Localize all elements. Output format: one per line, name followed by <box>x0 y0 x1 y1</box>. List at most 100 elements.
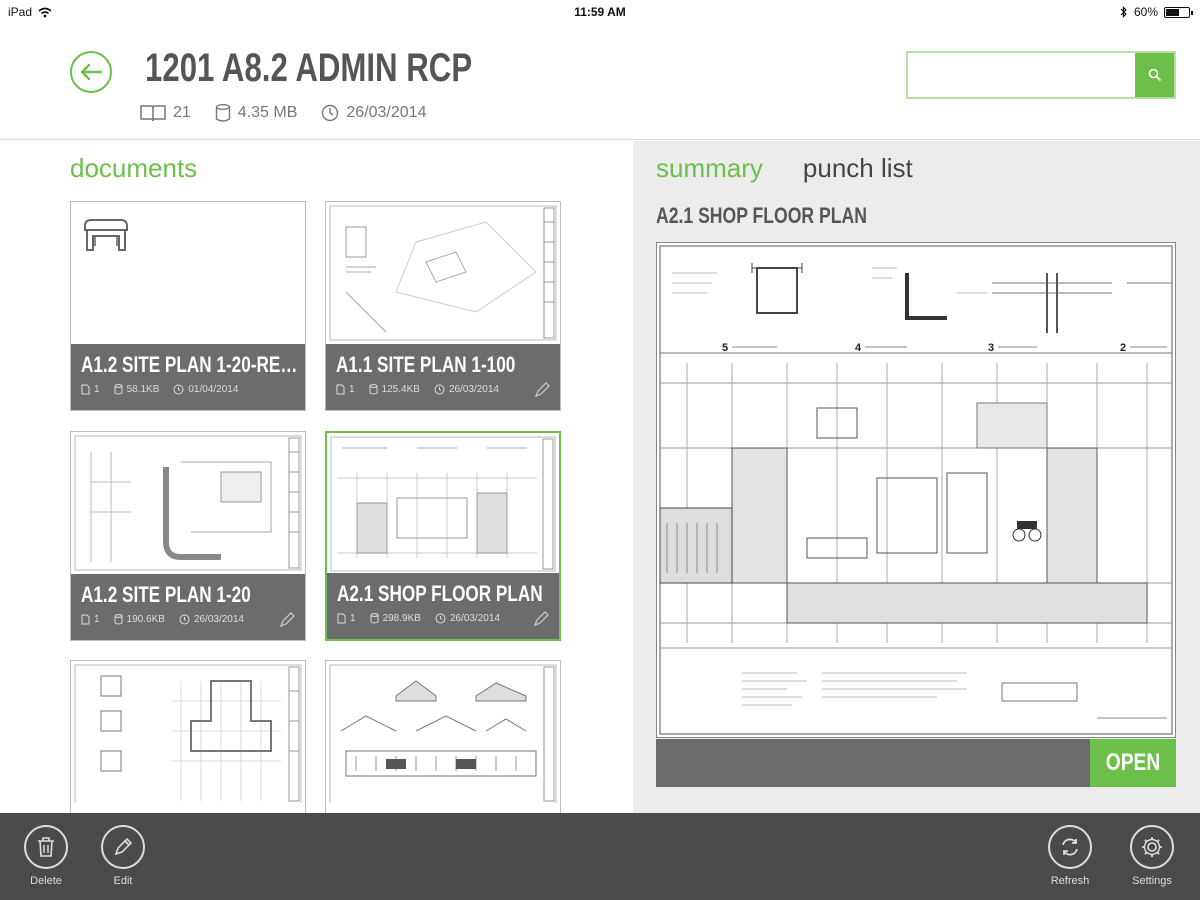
document-pages: 1 <box>350 613 356 624</box>
pencil-icon[interactable] <box>534 382 550 398</box>
documents-panel: documents A1.2 SITE PLAN 1-20-REN... 1 5… <box>0 141 633 813</box>
drawing-thumbnail-icon <box>329 205 557 341</box>
database-icon <box>369 384 378 395</box>
document-thumbnail <box>71 202 305 344</box>
drawing-thumbnail-icon <box>330 436 556 572</box>
refresh-button[interactable]: Refresh <box>1040 825 1100 887</box>
document-name: A2.1 SHOP FLOOR PLAN <box>337 581 543 606</box>
meta-date-value: 26/03/2014 <box>346 104 427 121</box>
drawing-thumbnail-icon <box>74 664 302 806</box>
document-name: A1.2 SITE PLAN 1-20 <box>81 582 251 607</box>
page-icon <box>81 614 90 625</box>
document-pages: 1 <box>94 384 100 395</box>
drawing-thumbnail-icon <box>329 664 557 806</box>
clock-icon <box>179 614 190 625</box>
meta-size: 4.35 MB <box>215 104 298 122</box>
delete-button[interactable]: Delete <box>16 825 76 887</box>
document-pages: 1 <box>94 614 100 625</box>
document-date: 26/03/2014 <box>193 614 244 625</box>
document-meta: 1 58.1KB 01/04/2014 <box>81 384 238 395</box>
back-button[interactable] <box>70 51 112 93</box>
pencil-icon[interactable] <box>279 612 295 628</box>
detail-number-2: 2 <box>1120 342 1126 354</box>
document-preview[interactable]: 5 4 3 2 <box>656 242 1176 738</box>
detail-number-4: 4 <box>855 342 862 354</box>
status-bar: iPad 11:59 AM 60% <box>0 0 1200 26</box>
document-name: A1.2 SITE PLAN 1-20-REN... <box>81 352 300 377</box>
document-footer: A1.2 SITE PLAN 1-20 1 190.6KB 26/03/2014 <box>71 574 305 640</box>
floor-plan-drawing: 5 4 3 2 <box>659 245 1173 735</box>
document-thumbnail <box>71 661 305 806</box>
document-meta: 1 298.9KB 26/03/2014 <box>337 613 500 624</box>
search-input[interactable] <box>908 53 1135 97</box>
page-title: 1201 A8.2 ADMIN RCP <box>145 46 473 90</box>
document-size: 58.1KB <box>126 384 160 395</box>
document-date: 01/04/2014 <box>188 384 239 395</box>
status-time: 11:59 AM <box>574 5 626 19</box>
header: 1201 A8.2 ADMIN RCP 21 4.35 MB 26/03/201… <box>0 26 1200 140</box>
document-thumbnail <box>326 661 560 806</box>
battery-fill <box>1166 8 1179 16</box>
database-icon <box>215 104 230 122</box>
folder-placeholder-icon <box>84 219 128 251</box>
tab-summary[interactable]: summary <box>656 153 763 184</box>
document-pages: 1 <box>349 384 355 395</box>
document-size: 190.6KB <box>126 614 165 625</box>
battery-percent: 60% <box>1133 5 1158 19</box>
preview-action-bar: OPEN <box>656 739 1176 787</box>
open-button-label: OPEN <box>1105 749 1161 776</box>
document-meta: 21 4.35 MB 26/03/2014 <box>140 104 426 122</box>
document-footer: A1.1 SITE PLAN 1-100 1 125.4KB 26/03/201… <box>326 344 560 410</box>
trash-icon <box>38 837 54 857</box>
tab-punch-list[interactable]: punch list <box>803 153 913 184</box>
refresh-circle <box>1048 825 1092 869</box>
document-card[interactable]: A1.2 SITE PLAN 1-20 1 190.6KB 26/03/2014 <box>70 431 306 641</box>
book-icon <box>140 105 166 122</box>
document-meta: 1 125.4KB 26/03/2014 <box>336 384 499 395</box>
search-box <box>906 51 1176 99</box>
document-date: 26/03/2014 <box>448 384 499 395</box>
document-footer: A2.1 SHOP FLOOR PLAN 1 298.9KB 26/03/201… <box>327 573 559 639</box>
document-card[interactable]: A1.2 SITE PLAN 1-20-REN... 1 58.1KB 01/0… <box>70 201 306 411</box>
document-card-selected[interactable]: A2.1 SHOP FLOOR PLAN 1 298.9KB 26/03/201… <box>325 431 561 641</box>
database-icon <box>370 613 379 624</box>
detail-number-5: 5 <box>722 342 728 354</box>
edit-label: Edit <box>113 875 133 887</box>
meta-pages-value: 21 <box>173 104 191 121</box>
document-thumbnail <box>327 433 559 575</box>
arrow-left-icon <box>80 63 103 81</box>
battery-icon <box>1164 6 1193 18</box>
document-card[interactable]: A1.1 SITE PLAN 1-100 1 125.4KB 26/03/201… <box>325 201 561 411</box>
bottom-toolbar: Delete Edit Refresh Settings <box>0 813 1200 900</box>
clock-icon <box>322 104 339 122</box>
edit-button[interactable]: Edit <box>93 825 153 887</box>
pencil-icon[interactable] <box>533 611 549 627</box>
summary-panel: summary punch list A2.1 SHOP FLOOR PLAN … <box>633 141 1200 813</box>
delete-circle <box>24 825 68 869</box>
panel-tabs: summary punch list <box>656 153 913 184</box>
settings-circle <box>1130 825 1174 869</box>
meta-size-value: 4.35 MB <box>237 104 298 121</box>
document-date: 26/03/2014 <box>449 613 500 624</box>
settings-button[interactable]: Settings <box>1122 825 1182 887</box>
document-size: 298.9KB <box>382 613 421 624</box>
page-icon <box>81 384 90 395</box>
document-meta: 1 190.6KB 26/03/2014 <box>81 614 244 625</box>
document-thumbnail <box>326 202 560 344</box>
document-card[interactable] <box>70 660 306 813</box>
page-icon <box>337 613 346 624</box>
clock-icon <box>435 613 446 624</box>
refresh-label: Refresh <box>1050 875 1090 887</box>
page-icon <box>336 384 345 395</box>
document-card[interactable] <box>325 660 561 813</box>
document-footer: A1.2 SITE PLAN 1-20-REN... 1 58.1KB 01/0… <box>71 344 305 410</box>
refresh-icon <box>1062 838 1078 856</box>
edit-circle <box>101 825 145 869</box>
search-icon <box>1148 68 1161 82</box>
document-name: A1.1 SITE PLAN 1-100 <box>336 352 516 377</box>
search-button[interactable] <box>1135 53 1174 97</box>
meta-date: 26/03/2014 <box>321 104 426 122</box>
open-button[interactable]: OPEN <box>1090 739 1176 787</box>
delete-label: Delete <box>30 875 62 887</box>
status-right: 60% <box>1120 5 1193 19</box>
